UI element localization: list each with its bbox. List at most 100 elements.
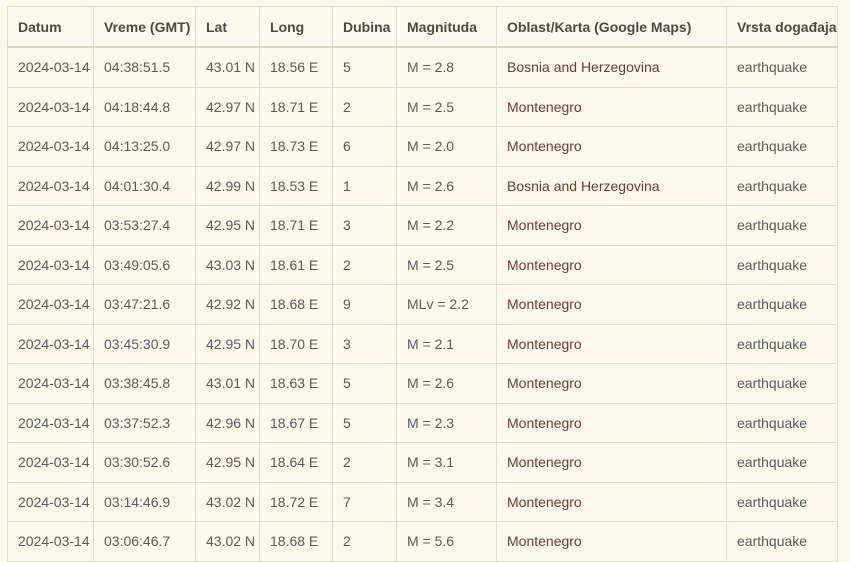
event-type-cell: earthquake — [726, 46, 838, 88]
column-header-lat[interactable]: Lat — [195, 6, 260, 48]
date-cell: 2024-03-14 — [7, 244, 94, 285]
column-header-long[interactable]: Long — [259, 6, 333, 48]
region-link[interactable]: Bosnia and Herzegovina — [496, 46, 727, 88]
time-cell: 04:18:44.8 — [93, 86, 196, 127]
event-type-cell: earthquake — [726, 86, 838, 127]
region-link[interactable]: Montenegro — [496, 402, 727, 443]
table-row: 2024-03-14 03:45:30.9 42.95 N 18.70 E3M = 2… — [7, 323, 838, 364]
event-type-cell: earthquake — [726, 481, 838, 522]
date-cell: 2024-03-14 — [7, 521, 94, 562]
latitude-cell: 42.95 N — [195, 442, 260, 483]
region-link[interactable]: Montenegro — [496, 284, 727, 325]
table-body: 2024-03-14 04:38:51.5 43.01 N 18.56 E5M = 2… — [7, 46, 838, 562]
time-cell: 03:14:46.9 — [93, 481, 196, 522]
magnitude-cell: M = 3.1 — [396, 442, 497, 483]
time-cell: 04:38:51.5 — [93, 46, 196, 88]
latitude-cell: 43.02 N — [195, 521, 260, 562]
magnitude-cell: M = 2.8 — [396, 46, 497, 88]
longitude-cell: 18.68 E — [259, 521, 333, 562]
latitude-cell: 42.97 N — [195, 86, 260, 127]
latitude-cell: 42.95 N — [195, 205, 260, 246]
time-cell: 03:45:30.9 — [93, 323, 196, 364]
time-cell: 03:53:27.4 — [93, 205, 196, 246]
depth-cell: 9 — [332, 284, 397, 325]
date-cell: 2024-03-14 — [7, 205, 94, 246]
longitude-cell: 18.73 E — [259, 126, 333, 167]
earthquake-table-container: Datum Vreme (GMT) Lat Long Dubina Magnit… — [7, 6, 838, 562]
region-link[interactable]: Montenegro — [496, 205, 727, 246]
magnitude-cell: M = 2.3 — [396, 402, 497, 443]
time-cell: 03:38:45.8 — [93, 363, 196, 404]
longitude-cell: 18.71 E — [259, 86, 333, 127]
event-type-cell: earthquake — [726, 442, 838, 483]
longitude-cell: 18.70 E — [259, 323, 333, 364]
column-header-datum[interactable]: Datum — [7, 6, 94, 48]
date-cell: 2024-03-14 — [7, 165, 94, 206]
longitude-cell: 18.63 E — [259, 363, 333, 404]
event-type-cell: earthquake — [726, 402, 838, 443]
event-type-cell: earthquake — [726, 165, 838, 206]
table-row: 2024-03-14 03:49:05.6 43.03 N 18.61 E2M = 2… — [7, 244, 838, 285]
magnitude-cell: M = 2.6 — [396, 165, 497, 206]
magnitude-cell: M = 2.2 — [396, 205, 497, 246]
region-link[interactable]: Montenegro — [496, 363, 727, 404]
depth-cell: 2 — [332, 442, 397, 483]
event-type-cell: earthquake — [726, 284, 838, 325]
column-header-oblast[interactable]: Oblast/Karta (Google Maps) — [496, 6, 727, 48]
depth-cell: 2 — [332, 86, 397, 127]
longitude-cell: 18.71 E — [259, 205, 333, 246]
column-header-magnituda[interactable]: Magnituda — [396, 6, 497, 48]
date-cell: 2024-03-14 — [7, 402, 94, 443]
magnitude-cell: MLv = 2.2 — [396, 284, 497, 325]
header-row: Datum Vreme (GMT) Lat Long Dubina Magnit… — [7, 6, 838, 48]
depth-cell: 1 — [332, 165, 397, 206]
magnitude-cell: M = 2.6 — [396, 363, 497, 404]
time-cell: 03:06:46.7 — [93, 521, 196, 562]
event-type-cell: earthquake — [726, 363, 838, 404]
event-type-cell: earthquake — [726, 521, 838, 562]
date-cell: 2024-03-14 — [7, 46, 94, 88]
depth-cell: 7 — [332, 481, 397, 522]
depth-cell: 5 — [332, 363, 397, 404]
region-link[interactable]: Montenegro — [496, 126, 727, 167]
region-link[interactable]: Montenegro — [496, 442, 727, 483]
time-cell: 03:49:05.6 — [93, 244, 196, 285]
table-row: 2024-03-14 03:53:27.4 42.95 N 18.71 E3M = 2… — [7, 205, 838, 246]
date-cell: 2024-03-14 — [7, 481, 94, 522]
table-row: 2024-03-14 03:06:46.7 43.02 N 18.68 E2M = 5… — [7, 521, 838, 562]
table-row: 2024-03-14 03:38:45.8 43.01 N 18.63 E5M = 2… — [7, 363, 838, 404]
event-type-cell: earthquake — [726, 323, 838, 364]
latitude-cell: 42.92 N — [195, 284, 260, 325]
region-link[interactable]: Montenegro — [496, 86, 727, 127]
magnitude-cell: M = 2.0 — [396, 126, 497, 167]
region-link[interactable]: Montenegro — [496, 521, 727, 562]
magnitude-cell: M = 2.5 — [396, 86, 497, 127]
earthquake-table: Datum Vreme (GMT) Lat Long Dubina Magnit… — [7, 6, 838, 562]
table-row: 2024-03-14 04:01:30.4 42.99 N 18.53 E1M = 2… — [7, 165, 838, 206]
latitude-cell: 43.01 N — [195, 46, 260, 88]
column-header-vreme[interactable]: Vreme (GMT) — [93, 6, 196, 48]
latitude-cell: 42.95 N — [195, 323, 260, 364]
column-header-vrsta[interactable]: Vrsta događaja — [726, 6, 838, 48]
event-type-cell: earthquake — [726, 205, 838, 246]
region-link[interactable]: Bosnia and Herzegovina — [496, 165, 727, 206]
region-link[interactable]: Montenegro — [496, 481, 727, 522]
magnitude-cell: M = 3.4 — [396, 481, 497, 522]
time-cell: 03:37:52.3 — [93, 402, 196, 443]
table-row: 2024-03-14 04:18:44.8 42.97 N 18.71 E2M = 2… — [7, 86, 838, 127]
column-header-dubina[interactable]: Dubina — [332, 6, 397, 48]
table-header: Datum Vreme (GMT) Lat Long Dubina Magnit… — [7, 6, 838, 48]
date-cell: 2024-03-14 — [7, 284, 94, 325]
date-cell: 2024-03-14 — [7, 86, 94, 127]
event-type-cell: earthquake — [726, 126, 838, 167]
region-link[interactable]: Montenegro — [496, 323, 727, 364]
table-row: 2024-03-14 03:30:52.6 42.95 N 18.64 E2M = 3… — [7, 442, 838, 483]
date-cell: 2024-03-14 — [7, 126, 94, 167]
date-cell: 2024-03-14 — [7, 363, 94, 404]
region-link[interactable]: Montenegro — [496, 244, 727, 285]
date-cell: 2024-03-14 — [7, 323, 94, 364]
latitude-cell: 42.96 N — [195, 402, 260, 443]
latitude-cell: 42.99 N — [195, 165, 260, 206]
magnitude-cell: M = 2.1 — [396, 323, 497, 364]
longitude-cell: 18.56 E — [259, 46, 333, 88]
